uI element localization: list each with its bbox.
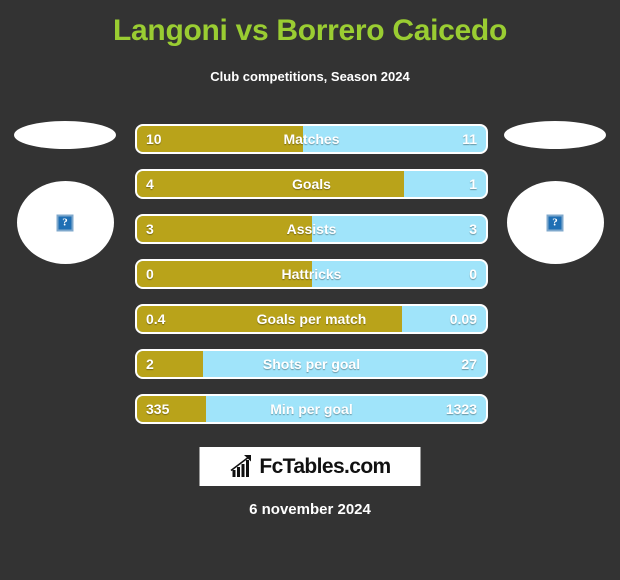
stat-label: Matches — [283, 131, 340, 147]
broken-image-icon: ? — [546, 214, 564, 231]
page-subtitle: Club competitions, Season 2024 — [210, 69, 410, 84]
stat-row: 10 Matches 11 — [135, 124, 488, 154]
stat-away-value: 27 — [461, 356, 477, 372]
stat-label: Min per goal — [270, 401, 353, 417]
bar-chart-arrow-icon — [230, 455, 251, 477]
fctables-logo-text: FcTables.com — [259, 454, 391, 478]
stat-row: 3 Assists 3 — [135, 214, 488, 244]
fctables-logo[interactable]: FcTables.com — [199, 447, 421, 486]
stat-away-value: 11 — [462, 131, 477, 147]
header: Langoni vs Borrero Caicedo Club competit… — [0, 0, 620, 86]
home-player-top-ellipse — [14, 121, 116, 149]
stat-label: Goals — [292, 176, 331, 192]
stat-row: 4 Goals 1 — [135, 169, 488, 199]
stat-row: 0.4 Goals per match 0.09 — [135, 304, 488, 334]
stat-label: Goals per match — [256, 311, 367, 327]
away-player-top-ellipse — [504, 121, 606, 149]
stat-away-value: 3 — [469, 221, 477, 237]
home-player-photo-slot: ? — [0, 115, 130, 264]
stat-away-value: 1323 — [445, 401, 477, 417]
footer-date: 6 november 2024 — [249, 501, 371, 518]
away-player-avatar: ? — [506, 181, 604, 264]
stat-comparison-list: 10 Matches 11 4 Goals 1 3 Assists 3 0 Hattricks 0 0.… — [135, 124, 488, 439]
stat-row: 0 Hattricks 0 — [135, 259, 488, 289]
page-title: Langoni vs Borrero Caicedo — [113, 14, 507, 47]
stat-label: Shots per goal — [262, 356, 361, 372]
stat-row: 335 Min per goal 1323 — [135, 394, 488, 424]
stat-label: Assists — [286, 221, 337, 237]
home-player-avatar: ? — [16, 181, 114, 264]
stat-away-value: 1 — [469, 176, 477, 192]
stat-away-value: 0.09 — [449, 311, 477, 327]
stat-row: 2 Shots per goal 27 — [135, 349, 488, 379]
broken-image-icon: ? — [56, 214, 74, 231]
stat-label: Hattricks — [281, 266, 342, 282]
stat-away-value: 0 — [469, 266, 477, 282]
away-player-photo-slot: ? — [490, 115, 620, 264]
